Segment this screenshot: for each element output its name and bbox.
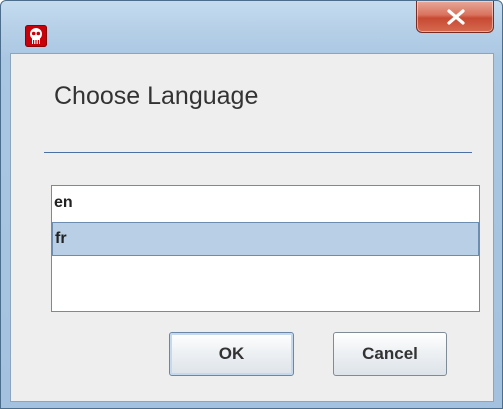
title-bar[interactable] [1, 1, 502, 53]
dialog-heading: Choose Language [54, 82, 259, 110]
language-dialog-window: Choose Language en fr OK Cancel [0, 0, 503, 409]
dialog-content: Choose Language en fr OK Cancel [10, 53, 494, 402]
close-button[interactable] [416, 1, 494, 33]
language-option-fr[interactable]: fr [52, 222, 479, 256]
ok-button[interactable]: OK [169, 332, 294, 376]
close-icon [447, 9, 465, 25]
heading-divider [44, 152, 472, 153]
cancel-button[interactable]: Cancel [333, 332, 447, 376]
app-logo-icon [25, 25, 47, 47]
language-list[interactable]: en fr [51, 185, 480, 312]
language-option-en[interactable]: en [52, 186, 479, 220]
